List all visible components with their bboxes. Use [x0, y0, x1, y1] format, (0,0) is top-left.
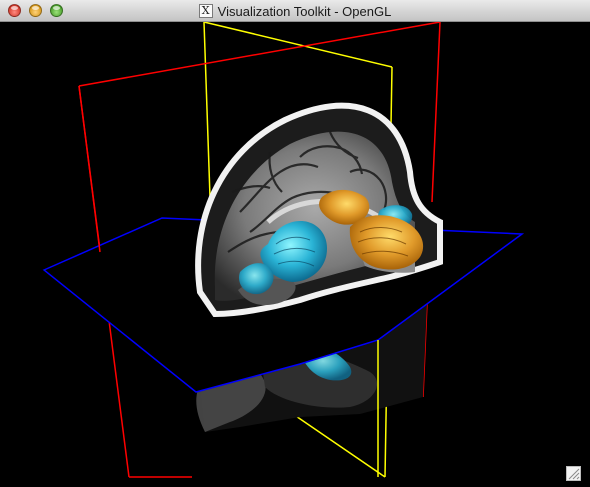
- zoom-button[interactable]: [50, 4, 63, 17]
- title-wrap: X Visualization Toolkit - OpenGL: [0, 0, 590, 22]
- scene-svg[interactable]: [0, 22, 590, 487]
- minimize-button[interactable]: [29, 4, 42, 17]
- close-button[interactable]: [8, 4, 21, 17]
- render-viewport[interactable]: [0, 22, 590, 487]
- x11-icon: X: [198, 4, 213, 18]
- title-bar[interactable]: X Visualization Toolkit - OpenGL: [0, 0, 590, 22]
- resize-grip-icon[interactable]: [566, 466, 581, 481]
- window-title: Visualization Toolkit - OpenGL: [217, 3, 392, 19]
- grip-lines-icon: [568, 468, 580, 480]
- vtk-window: X Visualization Toolkit - OpenGL: [0, 0, 590, 487]
